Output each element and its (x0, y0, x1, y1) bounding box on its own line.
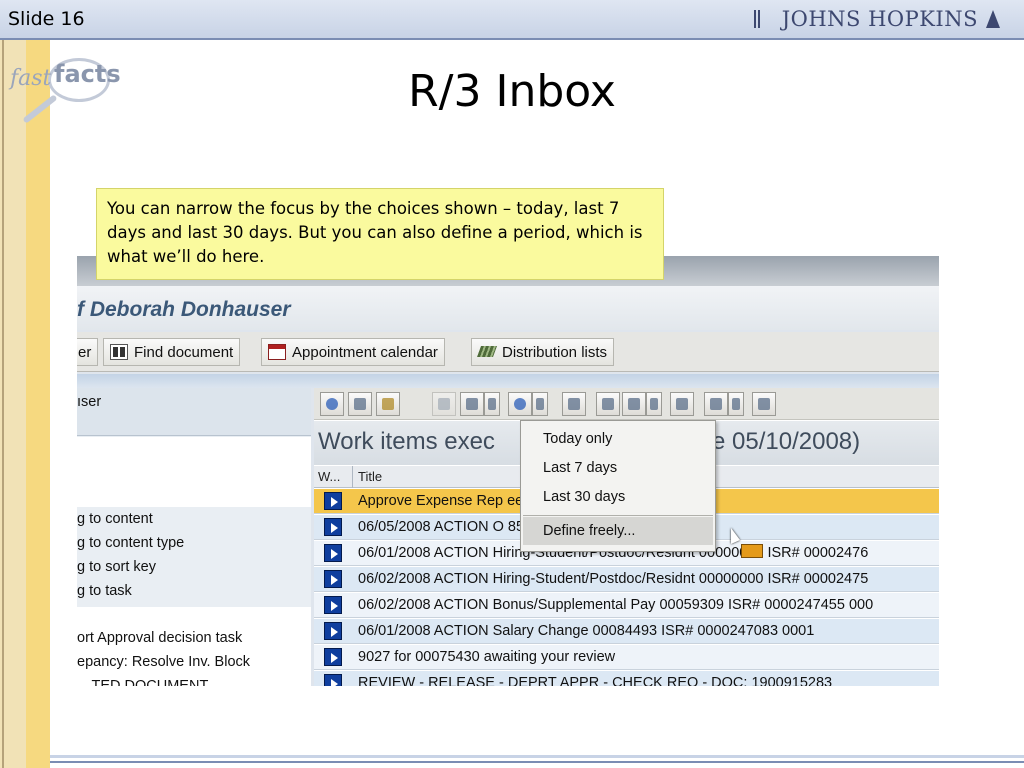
filter-settings-icon[interactable] (704, 392, 728, 416)
distribution-list-icon (478, 344, 496, 360)
cut-off-button-label: er (78, 343, 92, 361)
filter-settings-menu-icon[interactable] (728, 392, 744, 416)
filter-icon[interactable] (670, 392, 694, 416)
glasses-icon[interactable] (348, 392, 372, 416)
distribution-lists-label: Distribution lists (502, 343, 608, 361)
institution-name: JOHNS HOPKINS (781, 7, 978, 31)
work-item-title: 9027 for 00075430 awaiting your review (358, 649, 616, 665)
play-icon[interactable] (324, 648, 342, 666)
refresh-icon[interactable] (320, 392, 344, 416)
work-items-icon-toolbar (314, 388, 939, 420)
slide-left-bar (0, 40, 50, 768)
group-by-content[interactable]: g to content (77, 511, 153, 527)
find-document-button[interactable]: Find document (103, 338, 241, 366)
jh-emblem-icon (753, 10, 774, 28)
disabled-document-icon (432, 392, 456, 416)
work-item-row[interactable]: 06/01/2008 ACTION Salary Change 00084493… (314, 619, 939, 644)
layout-menu-icon[interactable] (646, 392, 662, 416)
work-item-title: 06/02/2008 ACTION Hiring-Student/Postdoc… (358, 571, 869, 587)
cut-off-toolbar-button[interactable]: er (77, 338, 99, 366)
slide-number: Slide 16 (8, 8, 85, 30)
appointment-calendar-button[interactable]: Appointment calendar (261, 338, 445, 366)
mouse-cursor-icon (731, 528, 740, 544)
find-document-label: Find document (134, 343, 234, 361)
binoculars-find-icon[interactable] (752, 392, 776, 416)
left-panel-tasks (77, 607, 311, 686)
work-items-title: Work items exec (318, 428, 495, 455)
work-item-row[interactable]: 06/02/2008 ACTION Hiring-Student/Postdoc… (314, 567, 939, 592)
play-icon[interactable] (324, 622, 342, 640)
group-by-sort-key[interactable]: g to sort key (77, 559, 156, 575)
play-icon[interactable] (324, 570, 342, 588)
johns-hopkins-logo: JOHNS HOPKINS (753, 7, 1000, 31)
distribution-lists-button[interactable]: Distribution lists (471, 338, 615, 366)
group-by-content-type[interactable]: g to content type (77, 535, 184, 551)
play-icon[interactable] (324, 492, 342, 510)
slide-header-bar: Slide 16 JOHNS HOPKINS (0, 0, 1024, 40)
binoculars-icon (110, 344, 128, 360)
search-icon[interactable] (596, 392, 620, 416)
fast-facts-fast: fast (10, 66, 52, 91)
sap-screenshot: f Deborah Donhauser er Find document App… (77, 256, 939, 686)
column-header-title[interactable]: Title (358, 469, 382, 484)
column-header-w[interactable]: W... (318, 469, 340, 484)
play-icon[interactable] (324, 596, 342, 614)
work-item-title: REVIEW - RELEASE - DEPRT APPR - CHECK RE… (358, 675, 833, 686)
task-resolve-inv-block[interactable]: epancy: Resolve Inv. Block (77, 654, 250, 670)
menu-item-today-only[interactable]: Today only (543, 431, 612, 447)
appointment-calendar-label: Appointment calendar (292, 343, 438, 361)
menu-item-last-7-days[interactable]: Last 7 days (543, 460, 617, 476)
explanation-callout: You can narrow the focus by the choices … (96, 188, 664, 280)
work-items-date: e 05/10/2008) (712, 428, 861, 455)
work-item-row[interactable]: 9027 for 00075430 awaiting your review (314, 645, 939, 670)
sap-user-title: f Deborah Donhauser (77, 298, 291, 321)
work-item-title: 06/01/2008 ACTION Salary Change 00084493… (358, 623, 815, 639)
cursor-tooltip-icon (741, 544, 763, 558)
left-panel-blank (77, 437, 311, 507)
period-filter-icon[interactable] (508, 392, 532, 416)
workflow-icon[interactable] (376, 392, 400, 416)
menu-separator (523, 515, 713, 516)
task-approval-decision[interactable]: ort Approval decision task (77, 630, 242, 646)
inbox-navigation-panel: ıser g to content g to content type g to… (77, 388, 311, 686)
task-cut-off[interactable]: …TED DOCUMENT (77, 678, 208, 686)
group-by-task[interactable]: g to task (77, 583, 132, 599)
work-item-title: 06/02/2008 ACTION Bonus/Supplemental Pay… (358, 597, 874, 613)
slide-bottom-rule (50, 752, 1024, 766)
period-filter-menu-icon[interactable] (532, 392, 548, 416)
toolbar-separator (77, 374, 939, 388)
layout-icon[interactable] (622, 392, 646, 416)
play-icon[interactable] (324, 518, 342, 536)
left-panel-header (77, 388, 311, 436)
left-panel-header-text: ıser (77, 394, 102, 410)
menu-item-last-30-days[interactable]: Last 30 days (543, 489, 625, 505)
column-separator[interactable] (352, 466, 353, 488)
play-icon[interactable] (324, 674, 342, 686)
play-icon[interactable] (324, 544, 342, 562)
tower-icon (986, 10, 1000, 28)
period-dropdown-menu: Today only Last 7 days Last 30 days Defi… (520, 420, 716, 552)
work-item-row[interactable]: 06/02/2008 ACTION Bonus/Supplemental Pay… (314, 593, 939, 618)
print-icon[interactable] (562, 392, 586, 416)
work-item-row[interactable]: REVIEW - RELEASE - DEPRT APPR - CHECK RE… (314, 671, 939, 686)
menu-item-define-freely[interactable]: Define freely... (543, 523, 635, 539)
hierarchy-icon[interactable] (460, 392, 484, 416)
slide-title: R/3 Inbox (408, 66, 616, 117)
calendar-icon (268, 344, 286, 360)
sap-application-toolbar: er Find document Appointment calendar Di… (77, 332, 939, 372)
hierarchy-menu-icon[interactable] (484, 392, 500, 416)
